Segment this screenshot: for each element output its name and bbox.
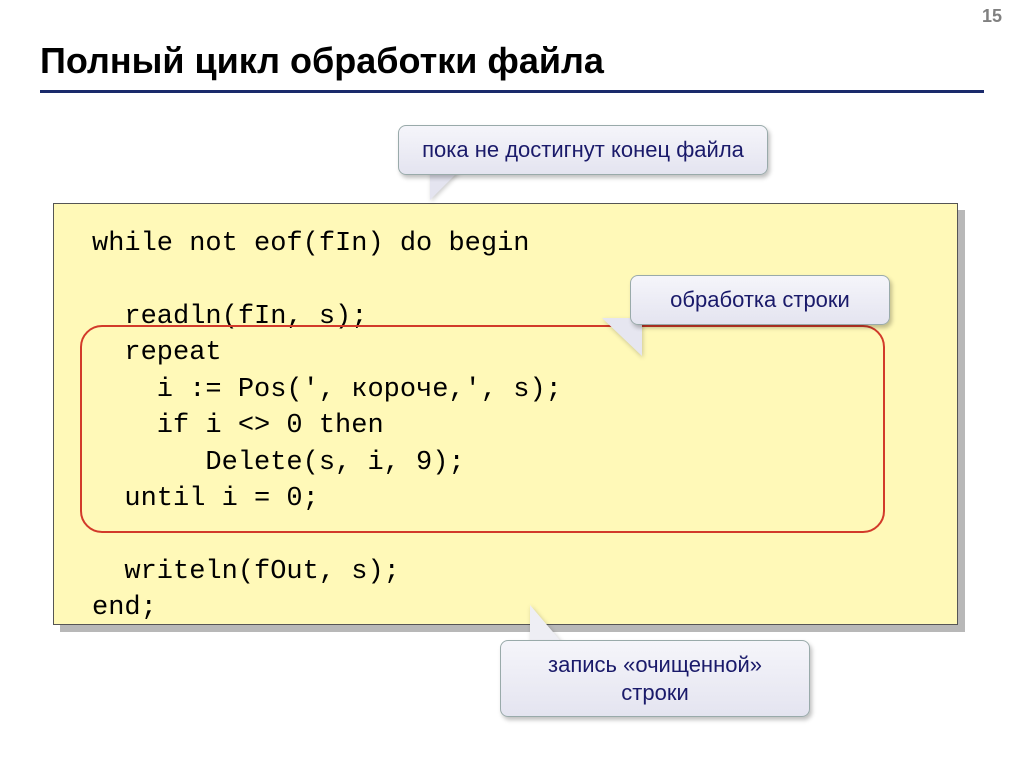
page-number: 15	[982, 6, 1002, 27]
callout-eof: пока не достигнут конец файла	[398, 125, 768, 175]
code-line: i := Pos(', короче,', s);	[92, 375, 562, 405]
code-box: while not eof(fIn) do begin readln(fIn, …	[53, 203, 958, 625]
code-line: while not eof(fIn) do begin	[92, 229, 529, 259]
code-line: Delete(s, i, 9);	[92, 448, 465, 478]
callout-tail-icon	[430, 170, 460, 200]
callout-write: запись «очищенной» строки	[500, 640, 810, 717]
code-line: writeln(fOut, s);	[92, 557, 400, 587]
code-line: repeat	[92, 338, 222, 368]
code-line: until i = 0;	[92, 484, 319, 514]
callout-tail-icon	[530, 605, 564, 645]
title-underline	[40, 90, 984, 93]
page-title: Полный цикл обработки файла	[40, 40, 604, 82]
callout-process: обработка строки	[630, 275, 890, 325]
code-line: readln(fIn, s);	[92, 302, 367, 332]
code-line: if i <> 0 then	[92, 411, 384, 441]
code-line: end;	[92, 593, 157, 623]
